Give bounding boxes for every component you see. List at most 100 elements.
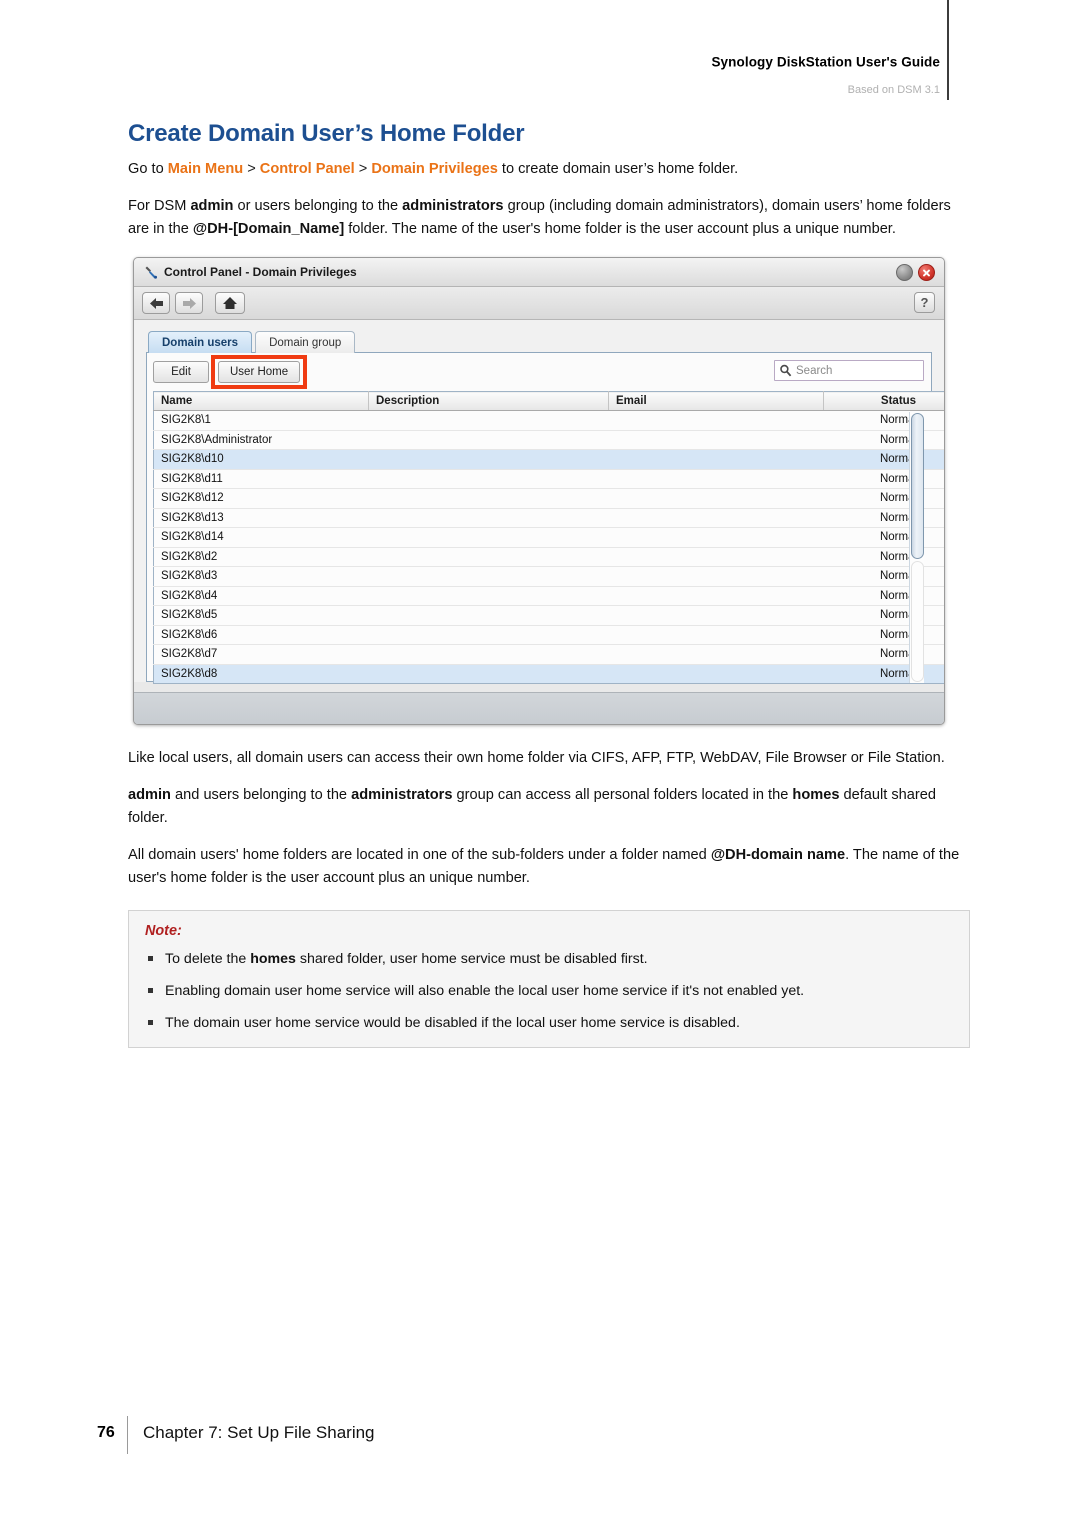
scrollbar-track[interactable] (911, 561, 924, 682)
table-row[interactable]: SIG2K8\d2 Normal (153, 547, 944, 567)
table-row[interactable]: SIG2K8\d4 Normal (153, 586, 944, 606)
cell-email (608, 625, 824, 645)
minimize-button[interactable] (896, 264, 913, 281)
table-row[interactable]: SIG2K8\d5 Normal (153, 605, 944, 626)
wrench-icon (144, 265, 159, 280)
cell-description (368, 605, 609, 626)
forward-button[interactable] (175, 292, 203, 314)
table-vertical-scrollbar[interactable] (909, 412, 924, 683)
cell-email (608, 488, 824, 509)
tab-bar: Domain users Domain group (148, 330, 932, 353)
table-row[interactable]: SIG2K8\d11 Normal (153, 469, 944, 489)
nav-main-menu: Main Menu (167, 161, 244, 177)
user-home-button[interactable]: User Home (218, 361, 301, 383)
cell-description (368, 547, 609, 567)
cell-name: SIG2K8\d3 (153, 566, 369, 587)
pa-s4: folder. The name of the user's home fold… (344, 221, 896, 237)
domain-users-table: Name Description Email Status SIG2K8\1 No… (153, 391, 944, 684)
home-button[interactable] (215, 292, 245, 314)
tab-domain-group[interactable]: Domain group (255, 331, 356, 353)
search-icon (780, 364, 792, 377)
page-running-header: Synology DiskStation User's Guide Based … (0, 0, 1080, 105)
cell-status: Normal (823, 430, 944, 450)
column-header-description[interactable]: Description (368, 391, 609, 411)
close-button[interactable] (918, 264, 935, 281)
table-row[interactable]: SIG2K8\1 Normal (153, 410, 944, 431)
window-titlebar: Control Panel - Domain Privileges (134, 258, 944, 287)
cell-status: Normal (823, 449, 944, 470)
note-text-1: To delete the (165, 951, 251, 967)
table-row[interactable]: SIG2K8\d14 Normal (153, 527, 944, 548)
cell-name: SIG2K8\d10 (153, 449, 369, 470)
table-header-row: Name Description Email Status (153, 391, 944, 411)
note-list: To delete the homes shared folder, user … (145, 949, 953, 1033)
edit-button-wrap: Edit (153, 361, 218, 383)
cell-name: SIG2K8\Administrator (153, 430, 369, 450)
table-row[interactable]: SIG2K8\d6 Normal (153, 625, 944, 645)
table-row[interactable]: SIG2K8\d8 Normal (153, 663, 944, 684)
note-text-1: The domain user home service would be di… (165, 1015, 740, 1031)
bullet-icon (148, 956, 153, 961)
note-text-bold: homes (250, 951, 296, 967)
guide-subtitle: Based on DSM 3.1 (847, 84, 940, 96)
cell-email (608, 469, 824, 489)
column-header-name[interactable]: Name (153, 391, 369, 411)
help-button[interactable]: ? (914, 292, 935, 313)
column-header-email[interactable]: Email (608, 391, 824, 411)
bullet-icon (148, 988, 153, 993)
cell-status: Normal (823, 527, 944, 548)
cell-description (368, 586, 609, 606)
note-item: To delete the homes shared folder, user … (145, 949, 953, 969)
page-number: 76 (97, 1424, 115, 1441)
cell-email (608, 449, 824, 470)
home-icon (223, 297, 237, 309)
note-text-1: Enabling domain user home service will a… (165, 983, 805, 999)
table-row[interactable]: SIG2K8\d10 Normal (153, 449, 944, 470)
cell-status: Normal (823, 508, 944, 528)
window-toolbar: ? (134, 287, 944, 320)
ph-s1: and users belonging to the (170, 787, 352, 803)
search-input[interactable]: Search (774, 360, 924, 381)
panel-toolbar: Edit User Home Search (153, 355, 925, 389)
ph-b2: administrators (351, 787, 453, 803)
table-row[interactable]: SIG2K8\Administrator Normal (153, 430, 944, 450)
intro-suffix: to create domain user’s home folder. (497, 161, 739, 177)
user-table-wrap: Name Description Email Status SIG2K8\1 No… (153, 391, 944, 684)
cell-email (608, 586, 824, 606)
table-row[interactable]: SIG2K8\d13 Normal (153, 508, 944, 528)
cell-name: SIG2K8\d14 (153, 527, 369, 548)
nav-control-panel: Control Panel (259, 161, 355, 177)
page-title: Create Domain User’s Home Folder (128, 120, 525, 147)
dsm-window-screenshot: Control Panel - Domain Privileges ? Doma… (133, 257, 945, 725)
cell-status: Normal (823, 488, 944, 509)
cell-status: Normal (823, 663, 944, 684)
ph-s2: group can access all personal folders lo… (452, 787, 793, 803)
table-row[interactable]: SIG2K8\d3 Normal (153, 566, 944, 587)
cell-description (368, 644, 609, 665)
cell-description (368, 469, 609, 489)
cell-name: SIG2K8\d4 (153, 586, 369, 606)
cell-status: Normal (823, 605, 944, 626)
cell-status: Normal (823, 566, 944, 587)
scrollbar-thumb[interactable] (911, 413, 924, 560)
nav-separator-1: > (243, 161, 260, 177)
intro-prefix: Go to (128, 161, 168, 177)
cell-email (608, 508, 824, 528)
column-header-status[interactable]: Status (823, 391, 944, 411)
table-row[interactable]: SIG2K8\d12 Normal (153, 488, 944, 509)
note-text-2: shared folder, user home service must be… (295, 951, 648, 967)
table-row[interactable]: SIG2K8\d7 Normal (153, 644, 944, 665)
window-statusbar (134, 692, 944, 724)
cell-email (608, 547, 824, 567)
paragraph-homes-folder: admin and users belonging to the adminis… (128, 784, 970, 830)
back-button[interactable] (142, 292, 170, 314)
footer-vertical-rule (127, 1416, 128, 1454)
cell-description (368, 430, 609, 450)
paragraph-subfolder-naming: All domain users' home folders are locat… (128, 844, 970, 890)
cell-name: SIG2K8\d5 (153, 605, 369, 626)
tab-domain-users[interactable]: Domain users (148, 331, 253, 353)
cell-status: Normal (823, 644, 944, 665)
cell-description (368, 488, 609, 509)
cell-name: SIG2K8\d8 (153, 663, 369, 684)
edit-button[interactable]: Edit (153, 361, 209, 383)
